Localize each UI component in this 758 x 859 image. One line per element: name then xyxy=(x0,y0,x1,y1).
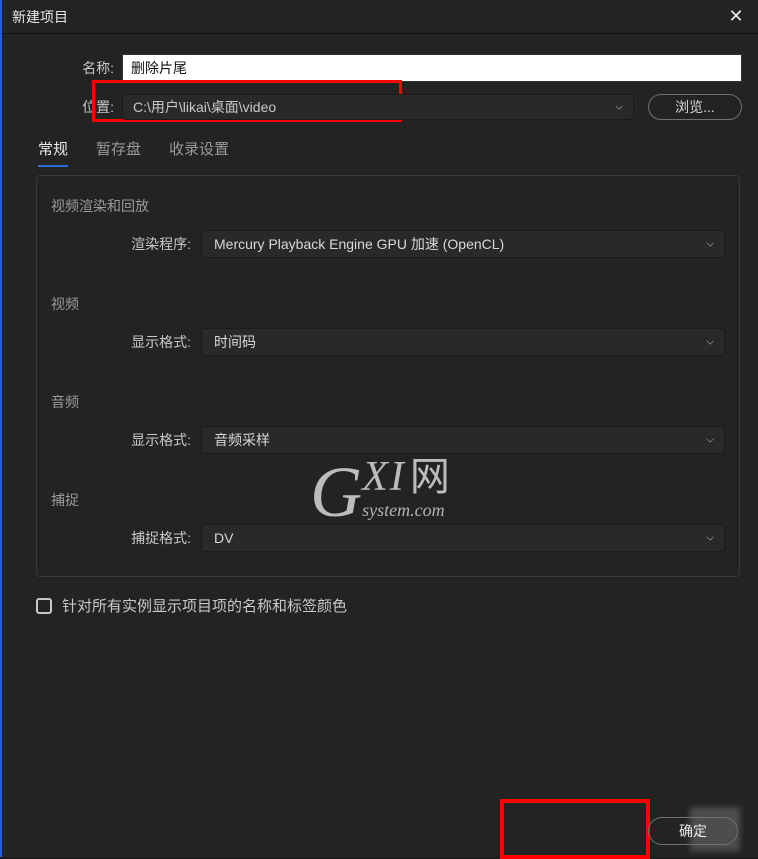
capture-format-value: DV xyxy=(214,530,233,546)
audio-format-row: 显示格式: 音频采样 ⌵ xyxy=(51,426,725,454)
capture-format-label: 捕捉格式: xyxy=(51,528,201,548)
location-select[interactable]: C:\用户\likai\桌面\video ⌵ xyxy=(122,94,634,120)
checkbox-icon xyxy=(36,598,52,614)
video-format-label: 显示格式: xyxy=(51,332,201,352)
tabs: 常规 暂存盘 收录设置 xyxy=(38,138,746,167)
renderer-select[interactable]: Mercury Playback Engine GPU 加速 (OpenCL) … xyxy=(201,230,725,258)
renderer-row: 渲染程序: Mercury Playback Engine GPU 加速 (Op… xyxy=(51,230,725,258)
tab-general[interactable]: 常规 xyxy=(38,138,68,167)
chevron-down-icon: ⌵ xyxy=(706,337,714,348)
video-format-value: 时间码 xyxy=(214,332,256,352)
audio-format-select[interactable]: 音频采样 ⌵ xyxy=(201,426,725,454)
group-video-title: 视频 xyxy=(51,294,725,314)
renderer-value: Mercury Playback Engine GPU 加速 (OpenCL) xyxy=(214,234,504,254)
tab-ingest-settings[interactable]: 收录设置 xyxy=(169,138,229,167)
group-audio-title: 音频 xyxy=(51,392,725,412)
general-panel: 视频渲染和回放 渲染程序: Mercury Playback Engine GP… xyxy=(36,175,740,577)
location-value: C:\用户\likai\桌面\video xyxy=(133,97,276,117)
group-render-title: 视频渲染和回放 xyxy=(51,196,725,216)
renderer-label: 渲染程序: xyxy=(51,234,201,254)
group-render: 视频渲染和回放 渲染程序: Mercury Playback Engine GP… xyxy=(51,196,725,258)
dialog-title: 新建项目 xyxy=(12,7,68,27)
tab-scratch-disks[interactable]: 暂存盘 xyxy=(96,138,141,167)
show-names-label: 针对所有实例显示项目项的名称和标签颜色 xyxy=(62,595,347,616)
video-format-row: 显示格式: 时间码 ⌵ xyxy=(51,328,725,356)
highlight-box-ok xyxy=(500,799,650,859)
name-row: 名称: xyxy=(14,54,746,82)
group-capture: 捕捉 捕捉格式: DV ⌵ xyxy=(51,490,725,552)
new-project-dialog: 新建项目 ✕ 名称: 位置: C:\用户\likai\桌面\video ⌵ 浏览… xyxy=(0,0,758,857)
chevron-down-icon: ⌵ xyxy=(615,102,623,113)
capture-format-row: 捕捉格式: DV ⌵ xyxy=(51,524,725,552)
capture-format-select[interactable]: DV ⌵ xyxy=(201,524,725,552)
group-capture-title: 捕捉 xyxy=(51,490,725,510)
show-names-checkbox-row[interactable]: 针对所有实例显示项目项的名称和标签颜色 xyxy=(36,595,746,616)
video-format-select[interactable]: 时间码 ⌵ xyxy=(201,328,725,356)
chevron-down-icon: ⌵ xyxy=(706,239,714,250)
ok-button[interactable]: 确定 xyxy=(648,817,738,845)
dialog-footer: 确定 xyxy=(648,817,738,845)
browse-button[interactable]: 浏览... xyxy=(648,94,742,120)
audio-format-value: 音频采样 xyxy=(214,430,270,450)
location-row: 位置: C:\用户\likai\桌面\video ⌵ 浏览... xyxy=(14,94,746,120)
audio-format-label: 显示格式: xyxy=(51,430,201,450)
name-label: 名称: xyxy=(14,58,122,78)
name-input[interactable] xyxy=(122,54,742,82)
close-icon[interactable]: ✕ xyxy=(714,0,758,34)
titlebar: 新建项目 ✕ xyxy=(2,0,758,34)
dialog-content: 名称: 位置: C:\用户\likai\桌面\video ⌵ 浏览... 常规 … xyxy=(2,34,758,857)
location-label: 位置: xyxy=(14,97,122,117)
group-video: 视频 显示格式: 时间码 ⌵ xyxy=(51,294,725,356)
chevron-down-icon: ⌵ xyxy=(706,435,714,446)
chevron-down-icon: ⌵ xyxy=(706,533,714,544)
group-audio: 音频 显示格式: 音频采样 ⌵ xyxy=(51,392,725,454)
